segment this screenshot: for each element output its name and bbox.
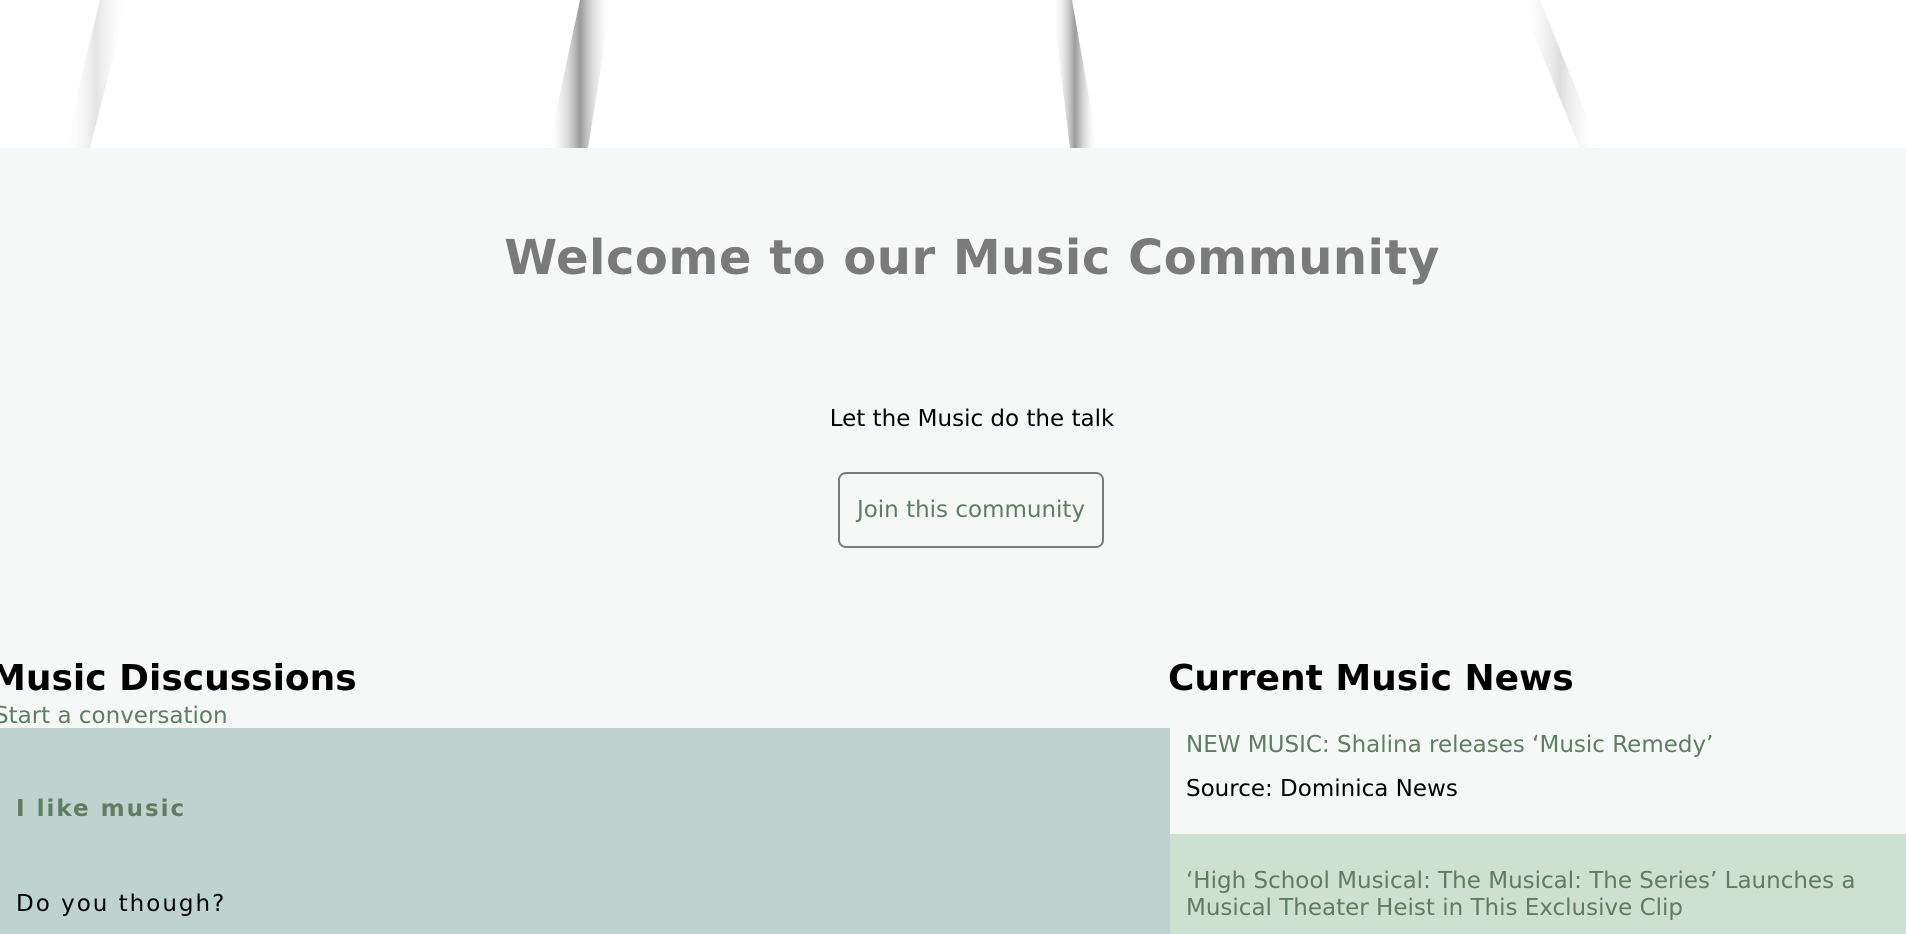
news-source: Source: Dominica News — [1186, 776, 1458, 802]
hero-image — [0, 0, 1906, 148]
news-item: NEW MUSIC: Shalina releases ‘Music Remed… — [1170, 728, 1906, 834]
post-title-link[interactable]: I like music — [16, 796, 186, 822]
piano-keys-image — [64, 0, 1600, 148]
welcome-section: Welcome to our Music Community Let the M… — [0, 148, 1906, 648]
news-headline-link[interactable]: ‘High School Musical: The Musical: The S… — [1186, 868, 1906, 922]
news-item: ‘High School Musical: The Musical: The S… — [1170, 834, 1906, 934]
news-title: Current Music News — [1168, 658, 1574, 699]
discussions-title: Music Discussions — [0, 658, 357, 699]
join-community-button[interactable]: Join this community — [838, 472, 1104, 548]
page-title: Welcome to our Music Community — [504, 230, 1440, 286]
discussion-post-card[interactable]: I like music Do you though? — [0, 728, 1170, 934]
start-conversation-link[interactable]: Start a conversation — [0, 703, 228, 729]
news-headline-link[interactable]: NEW MUSIC: Shalina releases ‘Music Remed… — [1186, 732, 1713, 759]
post-body: Do you though? — [16, 891, 227, 917]
tagline: Let the Music do the talk — [829, 406, 1115, 432]
